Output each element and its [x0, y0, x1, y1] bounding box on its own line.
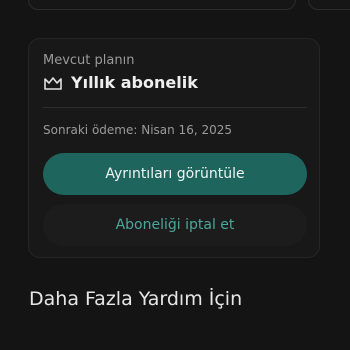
- crown-icon: [43, 75, 63, 91]
- more-help-title: Daha Fazla Yardım İçin: [29, 288, 243, 310]
- chevron-right-icon: [305, 345, 315, 350]
- current-plan-label: Mevcut planın: [43, 53, 135, 68]
- cancel-subscription-button[interactable]: Aboneliği iptal et: [43, 204, 307, 246]
- more-dots-icon: [29, 345, 51, 350]
- divider: [43, 107, 307, 108]
- view-details-button[interactable]: Ayrıntıları görüntüle: [43, 153, 307, 195]
- plan-name-row: Yıllık abonelik: [43, 73, 198, 92]
- next-payment-date: Sonraki ödeme: Nisan 16, 2025: [43, 123, 232, 137]
- plan-name: Yıllık abonelik: [71, 73, 198, 92]
- subscription-screen: Mevcut planın Yıllık abonelik Sonraki öd…: [0, 0, 350, 350]
- current-plan-card: Mevcut planın Yıllık abonelik Sonraki öd…: [28, 38, 320, 258]
- previous-card-secondary[interactable]: [308, 0, 350, 10]
- help-list-item[interactable]: [29, 343, 321, 350]
- previous-card[interactable]: [28, 0, 296, 10]
